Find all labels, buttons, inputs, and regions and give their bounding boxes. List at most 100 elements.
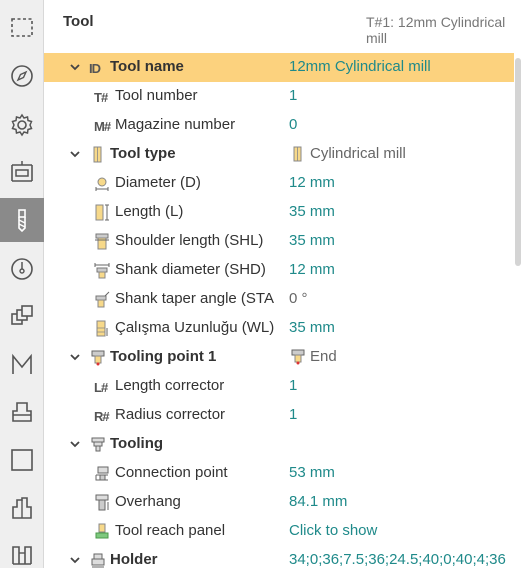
- tree-row-length-corrector[interactable]: L# Length corrector 1: [44, 372, 514, 401]
- length-value[interactable]: 35 mm: [289, 203, 335, 220]
- tool-name-value[interactable]: 12mm Cylindrical mill: [289, 58, 431, 75]
- sidebar-fixture-button[interactable]: [0, 486, 44, 530]
- tree-row-tool-type[interactable]: Tool type Cylindrical mill: [44, 140, 514, 169]
- tree-row-holder[interactable]: Holder 34;0;36;7.5;36;24.5;40;0;40;4;36: [44, 546, 514, 568]
- square-icon: [11, 449, 33, 471]
- l-number-icon: L#: [94, 380, 108, 395]
- working-length-icon: [96, 320, 108, 337]
- tooling-point-label: Tooling point 1: [110, 348, 217, 365]
- tree-row-tooling-point[interactable]: Tooling point 1 End: [44, 343, 514, 372]
- selection-box-icon: [11, 18, 33, 37]
- compass-icon: [11, 65, 33, 87]
- tree-row-tool-name[interactable]: ID Tool name 12mm Cylindrical mill: [44, 53, 514, 82]
- sidebar-stack-button[interactable]: [0, 294, 44, 338]
- sidebar-workpiece-button[interactable]: [0, 390, 44, 434]
- magazine-number-value[interactable]: 0: [289, 116, 297, 133]
- overhang-value[interactable]: 84.1 mm: [289, 493, 347, 510]
- gear-icon: [11, 113, 33, 137]
- shoulder-length-label: Shoulder length (SHL): [115, 232, 264, 249]
- shoulder-length-value[interactable]: 35 mm: [289, 232, 335, 249]
- chevron-down-icon[interactable]: [69, 438, 81, 450]
- sidebar-clamp-button[interactable]: [0, 532, 44, 568]
- tool-reach-panel-label: Tool reach panel: [115, 522, 226, 539]
- sidebar-m-button[interactable]: [0, 343, 44, 387]
- chevron-down-icon[interactable]: [69, 61, 81, 73]
- diameter-label: Diameter (D): [115, 174, 201, 191]
- shank-diameter-value[interactable]: 12 mm: [289, 261, 335, 278]
- tree-row-length[interactable]: Length (L) 35 mm: [44, 198, 514, 227]
- cylindrical-mill-icon: [93, 146, 102, 163]
- panel-header: Tool T#1: 12mm Cylindrical mill: [44, 0, 530, 46]
- working-length-value[interactable]: 35 mm: [289, 319, 335, 336]
- length-corrector-value[interactable]: 1: [289, 377, 297, 394]
- tree-row-magazine-number[interactable]: M# Magazine number 0: [44, 111, 514, 140]
- id-icon: ID: [89, 61, 101, 76]
- holder-label: Holder: [110, 551, 158, 568]
- clamp-icon: [12, 546, 32, 565]
- sidebar-selection-button[interactable]: [0, 5, 44, 49]
- tree-row-shank-taper-angle[interactable]: Shank taper angle (STA 0 °: [44, 285, 514, 314]
- overhang-icon: [95, 494, 109, 511]
- sidebar-settings-button[interactable]: [0, 103, 44, 147]
- tooling-icon: [91, 437, 105, 452]
- tool-number-label: Tool number: [115, 87, 198, 104]
- chevron-down-icon[interactable]: [69, 351, 81, 363]
- tool-icon: [18, 209, 26, 233]
- tool-reach-icon: [95, 523, 109, 539]
- radius-corrector-label: Radius corrector: [115, 406, 226, 423]
- shank-taper-icon: [95, 291, 110, 308]
- tree-row-tool-number[interactable]: T# Tool number 1: [44, 82, 514, 111]
- working-length-label: Çalışma Uzunluğu (WL): [115, 319, 275, 336]
- tooling-point-value[interactable]: End: [310, 348, 337, 365]
- tree-row-tooling[interactable]: Tooling: [44, 430, 514, 459]
- gauge-icon: [11, 258, 33, 280]
- machine-icon: [11, 161, 33, 182]
- scrollbar-thumb[interactable]: [515, 58, 521, 266]
- tree-row-shoulder-length[interactable]: Shoulder length (SHL) 35 mm: [44, 227, 514, 256]
- t-number-icon: T#: [94, 90, 108, 105]
- sidebar-square-button[interactable]: [0, 438, 44, 482]
- tool-number-value[interactable]: 1: [289, 87, 297, 104]
- overhang-label: Overhang: [115, 493, 181, 510]
- chevron-down-icon[interactable]: [69, 148, 81, 160]
- shank-diameter-icon: [94, 263, 110, 279]
- tree-row-diameter[interactable]: Diameter (D) 12 mm: [44, 169, 514, 198]
- connection-point-icon: [95, 466, 109, 481]
- tree-row-radius-corrector[interactable]: R# Radius corrector 1: [44, 401, 514, 430]
- length-corrector-label: Length corrector: [115, 377, 225, 394]
- diameter-value[interactable]: 12 mm: [289, 174, 335, 191]
- tool-reach-panel-link[interactable]: Click to show: [289, 522, 377, 539]
- length-icon: [95, 204, 109, 221]
- tooling-label: Tooling: [110, 435, 164, 452]
- sidebar: [0, 0, 44, 568]
- tree-row-shank-diameter[interactable]: Shank diameter (SHD) 12 mm: [44, 256, 514, 285]
- tree-row-overhang[interactable]: Overhang 84.1 mm: [44, 488, 514, 517]
- magazine-number-label: Magazine number: [115, 116, 236, 133]
- sidebar-gauge-button[interactable]: [0, 247, 44, 291]
- tree-row-connection-point[interactable]: Connection point 53 mm: [44, 459, 514, 488]
- diameter-icon: [95, 177, 109, 191]
- tool-end-icon: [291, 349, 305, 365]
- holder-value[interactable]: 34;0;36;7.5;36;24.5;40;0;40;4;36: [289, 551, 506, 568]
- r-number-icon: R#: [94, 409, 110, 424]
- workpiece-icon: [12, 402, 32, 422]
- tool-type-value[interactable]: Cylindrical mill: [310, 145, 406, 162]
- chevron-down-icon[interactable]: [69, 554, 81, 566]
- sidebar-machine-button[interactable]: [0, 151, 44, 195]
- stacked-squares-icon: [11, 305, 33, 325]
- tooling-point-icon: [91, 350, 105, 366]
- property-tree: ID Tool name 12mm Cylindrical mill T# To…: [44, 53, 514, 568]
- shank-diameter-label: Shank diameter (SHD): [115, 261, 266, 278]
- shank-taper-angle-value[interactable]: 0 °: [289, 290, 308, 307]
- tool-selector[interactable]: T#1: 12mm Cylindrical mill: [366, 14, 530, 46]
- tree-row-working-length[interactable]: Çalışma Uzunluğu (WL) 35 mm: [44, 314, 514, 343]
- sidebar-compass-button[interactable]: [0, 54, 44, 98]
- connection-point-value[interactable]: 53 mm: [289, 464, 335, 481]
- tree-row-tool-reach-panel[interactable]: Tool reach panel Click to show: [44, 517, 514, 546]
- radius-corrector-value[interactable]: 1: [289, 406, 297, 423]
- connection-point-label: Connection point: [115, 464, 228, 481]
- sidebar-tool-button[interactable]: [0, 198, 44, 242]
- panel-title: Tool: [63, 13, 94, 30]
- shoulder-length-icon: [95, 233, 109, 250]
- shank-taper-angle-label: Shank taper angle (STA: [115, 290, 274, 307]
